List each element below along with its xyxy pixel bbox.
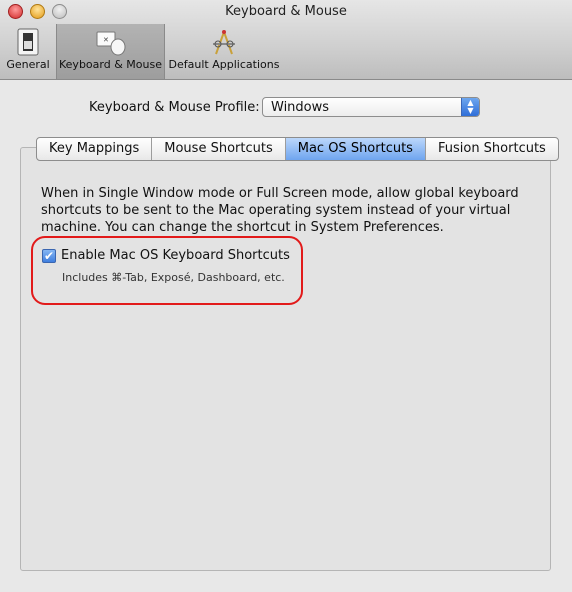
toolbar: Keyboard & Mouse General ✕ Keyboard & Mo… [0, 0, 572, 80]
window-title: Keyboard & Mouse [225, 4, 347, 19]
svg-text:✕: ✕ [103, 36, 109, 44]
toolbar-default-applications-label: Default Applications [168, 58, 280, 71]
annotation-highlight [31, 236, 303, 305]
description-text: When in Single Window mode or Full Scree… [41, 186, 519, 235]
tab-fusion-shortcuts[interactable]: Fusion Shortcuts [426, 138, 558, 160]
toolbar-default-applications[interactable]: Default Applications [168, 24, 280, 79]
toolbar-general[interactable]: General [4, 24, 52, 79]
tab-key-mappings[interactable]: Key Mappings [37, 138, 153, 160]
default-applications-icon [213, 30, 235, 55]
toolbar-general-label: General [6, 58, 50, 71]
profile-select-value: Windows [271, 100, 330, 115]
toolbar-keyboard-mouse-label: Keyboard & Mouse [59, 58, 162, 71]
tab-mac-os-shortcuts[interactable]: Mac OS Shortcuts [285, 138, 426, 160]
tab-bar: Key Mappings Mouse Shortcuts Mac OS Shor… [36, 137, 559, 161]
select-arrows-icon: ▲ ▼ [461, 98, 479, 116]
profile-select[interactable]: Windows ▲ ▼ [262, 97, 480, 117]
toolbar-keyboard-mouse[interactable]: ✕ Keyboard & Mouse [56, 24, 165, 79]
preferences-window: Keyboard & Mouse General ✕ Keyboard & Mo… [0, 0, 572, 592]
general-switch-icon [17, 28, 39, 56]
tab-mouse-shortcuts[interactable]: Mouse Shortcuts [152, 138, 286, 160]
profile-label: Keyboard & Mouse Profile: [89, 100, 260, 115]
keyboard-mouse-icon: ✕ [96, 31, 125, 56]
